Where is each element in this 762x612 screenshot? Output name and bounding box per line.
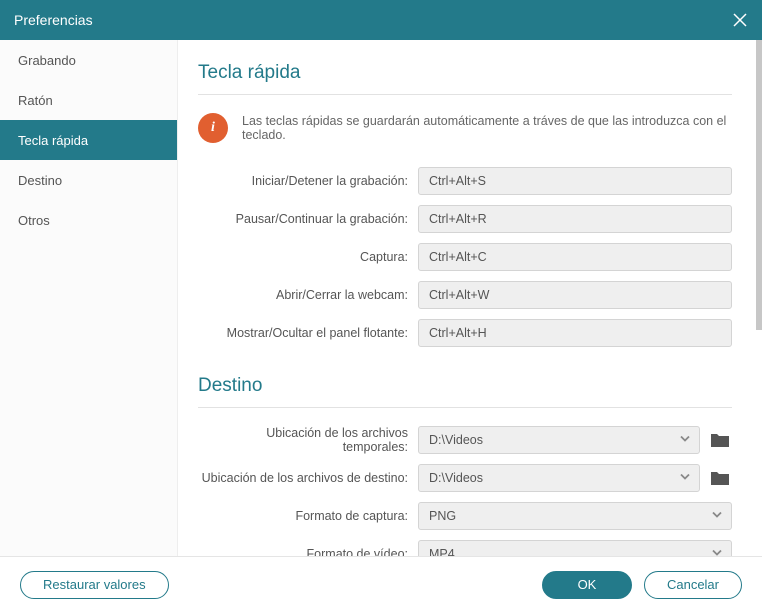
sidebar-item[interactable]: Ratón — [0, 80, 177, 120]
sidebar-item[interactable]: Grabando — [0, 40, 177, 80]
form-row: Formato de vídeo: MP4 — [198, 540, 732, 556]
form-row: Pausar/Continuar la grabación: — [198, 205, 732, 233]
form-label: Abrir/Cerrar la webcam: — [198, 288, 408, 302]
form-label: Mostrar/Ocultar el panel flotante: — [198, 326, 408, 340]
sidebar-item[interactable]: Otros — [0, 200, 177, 240]
close-icon[interactable] — [732, 12, 748, 28]
hotkey-input[interactable] — [418, 167, 732, 195]
info-row: i Las teclas rápidas se guardarán automá… — [198, 113, 732, 143]
titlebar: Preferencias — [0, 0, 762, 40]
form-label: Formato de vídeo: — [198, 547, 408, 556]
dropdown[interactable]: D:\Videos — [418, 464, 700, 492]
cancel-button[interactable]: Cancelar — [644, 571, 742, 599]
dropdown[interactable]: D:\Videos — [418, 426, 700, 454]
form-row: Ubicación de los archivos temporales: D:… — [198, 426, 732, 454]
form-label: Formato de captura: — [198, 509, 408, 523]
section-title-hotkey: Tecla rápida — [198, 44, 732, 95]
form-row: Abrir/Cerrar la webcam: — [198, 281, 732, 309]
info-text: Las teclas rápidas se guardarán automáti… — [242, 114, 732, 142]
form-label: Pausar/Continuar la grabación: — [198, 212, 408, 226]
form-row: Ubicación de los archivos de destino: D:… — [198, 464, 732, 492]
form-label: Captura: — [198, 250, 408, 264]
folder-icon[interactable] — [710, 430, 732, 450]
scrollbar[interactable] — [756, 40, 762, 330]
footer: Restaurar valores OK Cancelar — [0, 556, 762, 612]
dropdown[interactable]: PNG — [418, 502, 732, 530]
sidebar-item[interactable]: Tecla rápida — [0, 120, 177, 160]
form-label: Iniciar/Detener la grabación: — [198, 174, 408, 188]
section-title-dest: Destino — [198, 357, 732, 408]
dropdown-value: D:\Videos — [418, 426, 700, 454]
sidebar-item[interactable]: Destino — [0, 160, 177, 200]
form-row: Mostrar/Ocultar el panel flotante: — [198, 319, 732, 347]
content-scroll[interactable]: Tecla rápida i Las teclas rápidas se gua… — [178, 40, 762, 556]
dropdown-value: D:\Videos — [418, 464, 700, 492]
form-row: Iniciar/Detener la grabación: — [198, 167, 732, 195]
body: GrabandoRatónTecla rápidaDestinoOtros Te… — [0, 40, 762, 556]
hotkey-input[interactable] — [418, 243, 732, 271]
dropdown[interactable]: MP4 — [418, 540, 732, 556]
dropdown-value: MP4 — [418, 540, 732, 556]
form-row: Formato de captura: PNG — [198, 502, 732, 530]
sidebar: GrabandoRatónTecla rápidaDestinoOtros — [0, 40, 178, 556]
info-icon: i — [198, 113, 228, 143]
hotkey-input[interactable] — [418, 205, 732, 233]
hotkey-input[interactable] — [418, 319, 732, 347]
form-label: Ubicación de los archivos de destino: — [198, 471, 408, 485]
form-label: Ubicación de los archivos temporales: — [198, 426, 408, 454]
hotkey-input[interactable] — [418, 281, 732, 309]
dropdown-value: PNG — [418, 502, 732, 530]
window-title: Preferencias — [14, 12, 93, 28]
restore-button[interactable]: Restaurar valores — [20, 571, 169, 599]
ok-button[interactable]: OK — [542, 571, 632, 599]
form-row: Captura: — [198, 243, 732, 271]
folder-icon[interactable] — [710, 468, 732, 488]
